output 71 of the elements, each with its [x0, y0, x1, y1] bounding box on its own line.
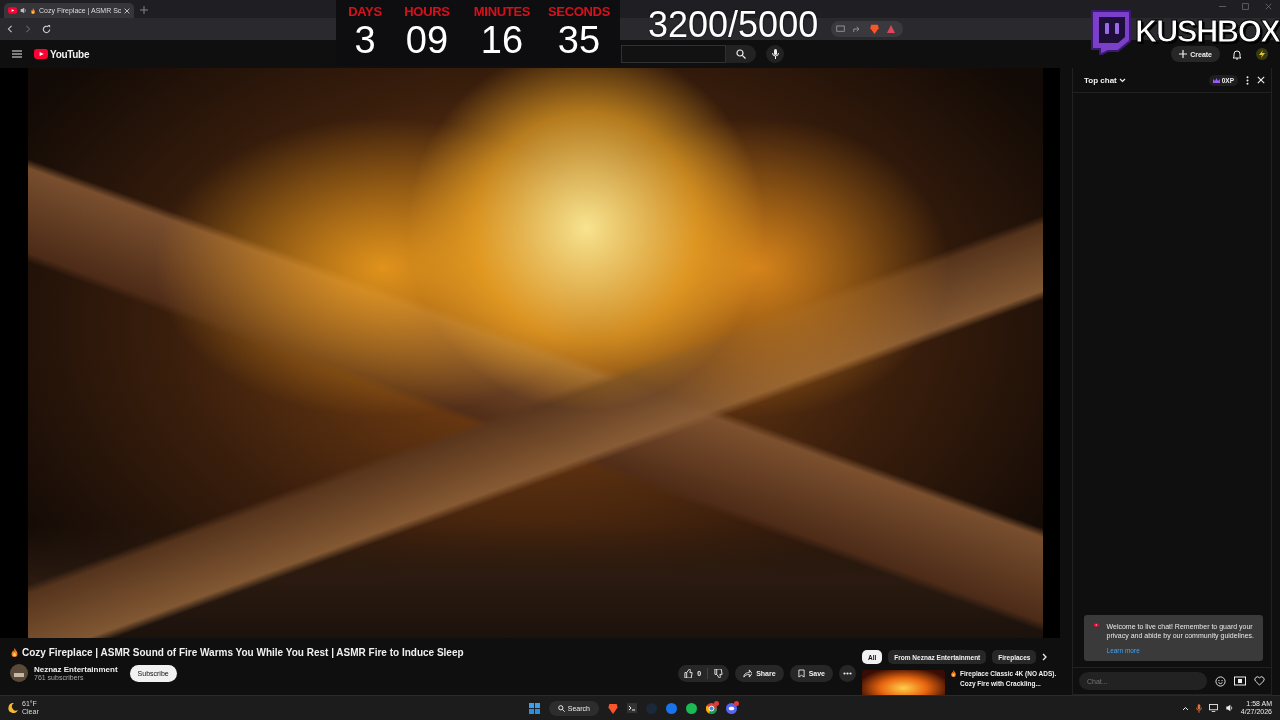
more-button[interactable] — [839, 664, 856, 682]
round-app-icon[interactable] — [685, 702, 697, 714]
channel-avatar-icon[interactable] — [10, 664, 28, 682]
close-icon[interactable] — [124, 7, 131, 14]
search-button[interactable] — [726, 45, 757, 63]
dots-icon — [843, 671, 852, 675]
flame-icon — [30, 7, 36, 14]
countdown-value: 35 — [557, 19, 601, 61]
back-icon[interactable] — [6, 25, 14, 33]
avatar-icon[interactable] — [1256, 48, 1268, 60]
search-field[interactable] — [621, 45, 727, 63]
terminal-icon[interactable] — [626, 703, 637, 713]
thumbs-down-icon — [714, 668, 724, 678]
chevron-down-icon — [1118, 77, 1126, 83]
address-bar[interactable] — [831, 21, 903, 37]
chat-mode-dropdown[interactable]: Top chat — [1084, 75, 1126, 85]
countdown-label: SECONDS — [547, 4, 611, 19]
youtube-logo-icon — [34, 49, 48, 59]
countdown-value: 3 — [354, 19, 376, 61]
monitor-icon[interactable] — [1208, 704, 1218, 712]
controller-icon[interactable] — [725, 702, 737, 714]
speaker-icon — [20, 7, 27, 14]
flame-icon — [950, 670, 957, 677]
moon-icon[interactable] — [8, 703, 18, 713]
search-icon — [557, 704, 565, 712]
plus-icon — [1179, 50, 1188, 58]
colored-circle-icon[interactable] — [705, 702, 717, 714]
bookmark-icon — [797, 668, 805, 678]
crown-icon — [1212, 77, 1220, 83]
round-app-icon[interactable] — [665, 702, 677, 714]
triangle-icon[interactable] — [887, 25, 895, 33]
countdown-value: 09 — [405, 19, 449, 61]
smiley-icon[interactable] — [1215, 675, 1226, 687]
goal-counter: 3200/5000 — [648, 4, 819, 46]
chevron-right-icon[interactable] — [1042, 653, 1049, 661]
lion-icon[interactable] — [607, 702, 618, 714]
video-title: Cozy Fireplace | ASMR Sound of Fire Warms You While You Rest | ASMR Fire to Induce Sleep — [22, 647, 464, 658]
windows-start-icon[interactable] — [528, 702, 540, 714]
chat-bubble-logo-icon — [1090, 9, 1132, 55]
countdown-label: HOURS — [404, 4, 450, 19]
notification-dot — [713, 700, 719, 706]
youtube-icon — [1094, 622, 1099, 628]
video-frame[interactable] — [28, 68, 1043, 638]
money-icon[interactable] — [1234, 676, 1246, 686]
minimize-icon[interactable] — [1219, 3, 1226, 10]
search-icon — [736, 49, 747, 59]
notification-dot — [733, 700, 739, 706]
microphone-icon[interactable] — [1195, 703, 1202, 713]
menu-icon[interactable] — [12, 50, 22, 58]
cast-icon[interactable] — [836, 25, 845, 33]
countdown-value: 16 — [480, 19, 524, 61]
countdown-label: DAYS — [348, 4, 382, 19]
countdown-label: MINUTES — [473, 4, 531, 19]
share-icon[interactable] — [853, 25, 862, 33]
plus-icon[interactable] — [140, 6, 149, 14]
speaker-icon[interactable] — [1224, 704, 1234, 712]
share-arrow-icon — [743, 668, 753, 678]
youtube-icon — [8, 7, 17, 14]
video-thumbnail[interactable] — [862, 670, 945, 695]
youtube-logo-text[interactable]: YouTube — [50, 48, 90, 60]
channel-name[interactable]: Neznaz Entertainment — [34, 665, 118, 674]
reload-icon[interactable] — [42, 24, 51, 34]
microphone-icon — [771, 49, 779, 59]
bell-icon[interactable] — [1232, 48, 1242, 60]
chevron-up-icon[interactable] — [1181, 705, 1189, 711]
heart-icon[interactable] — [1254, 676, 1265, 686]
microphone-button[interactable] — [766, 45, 785, 63]
thumbs-up-icon — [684, 668, 694, 678]
flame-icon — [10, 648, 19, 657]
kebab-menu-icon[interactable] — [1246, 75, 1249, 85]
lion-icon[interactable] — [870, 24, 879, 34]
